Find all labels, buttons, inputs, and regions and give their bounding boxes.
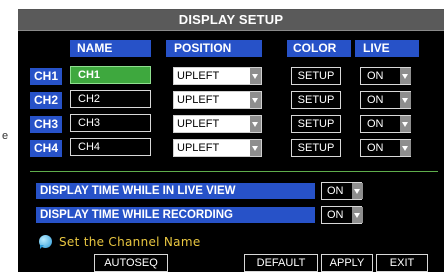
color-setup-button-ch1[interactable]: SETUP — [291, 67, 341, 85]
channel-label-ch1: CH1 — [30, 68, 62, 85]
live-select-ch4[interactable]: ON — [360, 139, 411, 157]
position-value: UPLEFT — [177, 94, 220, 106]
chevron-down-icon[interactable] — [400, 68, 411, 84]
chevron-down-icon[interactable] — [400, 116, 411, 132]
position-select-ch2[interactable]: UPLEFT — [173, 91, 262, 109]
channel-name-field-ch1[interactable]: CH1 — [70, 66, 151, 84]
live-value: ON — [367, 142, 384, 154]
chevron-down-icon[interactable] — [250, 92, 261, 108]
live-select-ch2[interactable]: ON — [360, 91, 411, 109]
chevron-down-icon[interactable] — [250, 68, 261, 84]
chevron-down-icon[interactable] — [250, 140, 261, 156]
live-select-ch3[interactable]: ON — [360, 115, 411, 133]
chevron-down-icon[interactable] — [250, 116, 261, 132]
color-setup-button-ch4[interactable]: SETUP — [291, 139, 341, 157]
live-select-ch1[interactable]: ON — [360, 67, 411, 85]
chevron-down-icon[interactable] — [400, 92, 411, 108]
channel-label-ch3: CH3 — [30, 116, 62, 133]
time-recording-select[interactable]: ON — [321, 206, 363, 224]
hint-text: Set the Channel Name — [59, 235, 201, 249]
apply-button[interactable]: APPLY — [321, 254, 373, 272]
option-value: ON — [327, 209, 344, 221]
position-select-ch1[interactable]: UPLEFT — [173, 67, 262, 85]
column-header-position: POSITION — [166, 40, 262, 57]
live-value: ON — [367, 70, 384, 82]
channel-name-field-ch4[interactable]: CH4 — [70, 138, 151, 156]
channel-name-field-ch2[interactable]: CH2 — [70, 90, 151, 108]
autoseq-button[interactable]: AUTOSEQ — [94, 254, 168, 272]
column-header-color: COLOR — [287, 40, 351, 57]
position-select-ch4[interactable]: UPLEFT — [173, 139, 262, 157]
column-header-name: NAME — [70, 40, 151, 57]
position-select-ch3[interactable]: UPLEFT — [173, 115, 262, 133]
exit-button[interactable]: EXIT — [376, 254, 428, 272]
option-label-time-live-view: DISPLAY TIME WHILE IN LIVE VIEW — [36, 183, 315, 199]
chevron-down-icon[interactable] — [352, 183, 363, 199]
live-value: ON — [367, 94, 384, 106]
time-live-view-select[interactable]: ON — [321, 182, 363, 200]
section-divider — [30, 171, 438, 172]
default-button[interactable]: DEFAULT — [244, 254, 318, 272]
dialog-title: DISPLAY SETUP — [18, 10, 444, 31]
channel-name-field-ch3[interactable]: CH3 — [70, 114, 151, 132]
option-label-time-recording: DISPLAY TIME WHILE RECORDING — [36, 207, 315, 223]
channel-label-ch2: CH2 — [30, 92, 62, 109]
column-header-live: LIVE — [355, 40, 419, 57]
chevron-down-icon[interactable] — [352, 207, 363, 223]
position-value: UPLEFT — [177, 142, 220, 154]
background-text-fragment: e — [2, 130, 9, 142]
info-bubble-icon — [39, 235, 52, 249]
channel-label-ch4: CH4 — [30, 140, 62, 157]
option-value: ON — [327, 185, 344, 197]
color-setup-button-ch3[interactable]: SETUP — [291, 115, 341, 133]
display-setup-dialog: DISPLAY SETUP NAME POSITION COLOR LIVE C… — [18, 9, 444, 272]
position-value: UPLEFT — [177, 70, 220, 82]
live-value: ON — [367, 118, 384, 130]
chevron-down-icon[interactable] — [400, 140, 411, 156]
color-setup-button-ch2[interactable]: SETUP — [291, 91, 341, 109]
position-value: UPLEFT — [177, 118, 220, 130]
